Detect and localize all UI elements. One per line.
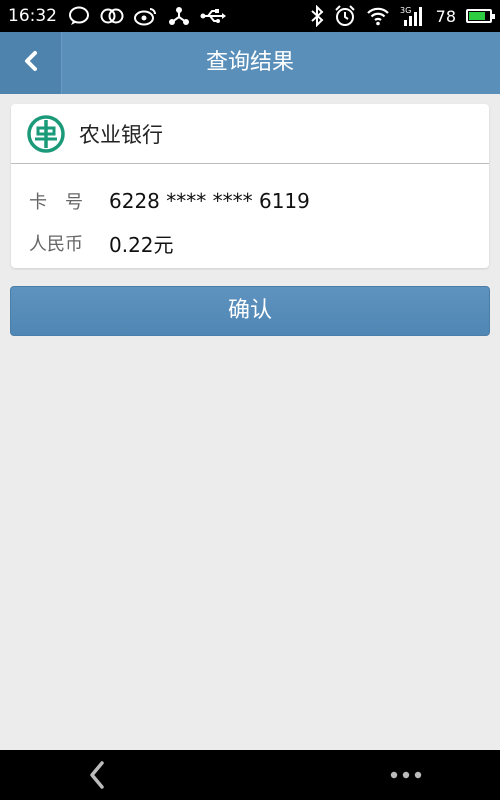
- status-bar: 16:32 3G 78: [0, 0, 500, 32]
- battery-level: 78: [435, 6, 456, 26]
- balance-row: 人民币 0.22元: [29, 228, 174, 258]
- card-number-row: 卡 号 6228 **** **** 6119: [29, 186, 310, 216]
- status-time: 16:32: [8, 6, 57, 26]
- signal-3g-icon: 3G: [400, 5, 426, 27]
- bluetooth-icon: [310, 5, 324, 27]
- bank-row: 农业银行: [11, 104, 489, 164]
- bottom-navigation-bar: [0, 750, 500, 800]
- usb-icon: [200, 8, 226, 24]
- back-arrow-icon[interactable]: [80, 758, 114, 792]
- svg-text:3G: 3G: [400, 6, 411, 15]
- page-title: 查询结果: [205, 50, 294, 75]
- balance-value: 0.22元: [109, 232, 174, 257]
- alarm-icon: [334, 5, 356, 27]
- title-bar: 查询结果: [0, 32, 500, 94]
- back-button[interactable]: [0, 32, 62, 94]
- result-card: 农业银行 卡 号 6228 **** **** 6119 人民币 0.22元: [11, 104, 489, 268]
- chat-bubble-icon: [68, 6, 90, 26]
- wifi-icon: [366, 6, 390, 26]
- battery-icon: [466, 9, 495, 23]
- sync-icon: [168, 6, 190, 26]
- card-number-label: 卡 号: [29, 192, 83, 213]
- card-number-value: 6228 **** **** 6119: [109, 189, 310, 213]
- bank-name: 农业银行: [79, 122, 163, 147]
- qq-icon: [100, 7, 124, 25]
- abc-bank-logo: [27, 114, 65, 153]
- weibo-icon: [134, 6, 158, 26]
- more-dots-icon[interactable]: [384, 758, 428, 792]
- battery-fill: [469, 12, 485, 20]
- chevron-left-icon: [22, 50, 40, 76]
- currency-label: 人民币: [29, 234, 83, 255]
- confirm-button[interactable]: 确认: [10, 286, 490, 336]
